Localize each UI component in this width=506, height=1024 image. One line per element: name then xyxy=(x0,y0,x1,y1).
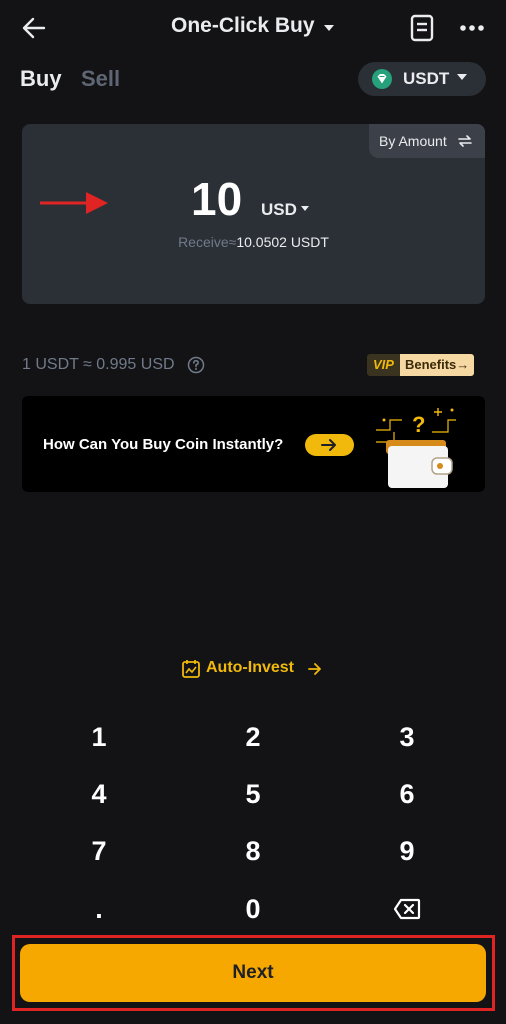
key-4[interactable]: 4 xyxy=(39,769,159,819)
key-8[interactable]: 8 xyxy=(193,826,313,876)
vip-benefits-button[interactable]: VIP Benefits→ xyxy=(367,354,475,376)
coin-selector[interactable]: USDT xyxy=(358,62,486,96)
more-options-icon[interactable] xyxy=(458,16,486,40)
backspace-icon xyxy=(393,898,421,920)
arrow-right-icon xyxy=(308,663,321,675)
red-arrow-annotation-icon xyxy=(40,192,108,214)
key-2[interactable]: 2 xyxy=(193,712,313,762)
order-history-icon[interactable] xyxy=(408,13,436,43)
amount-value[interactable]: 10 xyxy=(191,172,242,226)
key-1[interactable]: 1 xyxy=(39,712,159,762)
promo-banner[interactable]: How Can You Buy Coin Instantly? ? xyxy=(22,396,485,492)
top-bar: One-Click Buy xyxy=(0,0,506,56)
promo-text: How Can You Buy Coin Instantly? xyxy=(43,436,284,453)
vip-label: VIP xyxy=(367,354,400,376)
tab-sell[interactable]: Sell xyxy=(81,66,120,92)
tether-logo-icon xyxy=(372,69,392,89)
key-6[interactable]: 6 xyxy=(347,769,467,819)
page-title: One-Click Buy xyxy=(171,14,315,37)
receive-estimate: Receive≈10.0502 USDT xyxy=(22,234,485,250)
svg-text:?: ? xyxy=(412,412,425,437)
caret-down-icon xyxy=(457,74,467,80)
tab-buy[interactable]: Buy xyxy=(20,66,62,92)
info-icon[interactable] xyxy=(187,356,205,374)
key-backspace[interactable] xyxy=(347,884,467,934)
calendar-chart-icon xyxy=(182,660,200,678)
swap-icon xyxy=(458,135,472,147)
arrow-right-icon xyxy=(321,439,336,451)
key-decimal[interactable]: . xyxy=(39,884,159,934)
caret-down-icon xyxy=(324,24,334,31)
amount-currency-selector[interactable]: USD xyxy=(261,200,297,220)
key-7[interactable]: 7 xyxy=(39,826,159,876)
key-5[interactable]: 5 xyxy=(193,769,313,819)
auto-invest-label: Auto-Invest xyxy=(206,659,294,676)
key-9[interactable]: 9 xyxy=(347,826,467,876)
one-click-buy-screen: One-Click Buy Buy Sell USDT By Amount 10… xyxy=(0,0,506,1024)
key-3[interactable]: 3 xyxy=(347,712,467,762)
benefits-label: Benefits→ xyxy=(399,354,475,376)
by-amount-toggle[interactable]: By Amount xyxy=(369,124,485,158)
exchange-rate: 1 USDT ≈ 0.995 USD xyxy=(22,356,175,373)
next-button[interactable]: Next xyxy=(20,944,486,1002)
wallet-question-illustration-icon: ? xyxy=(376,408,456,488)
by-amount-label: By Amount xyxy=(379,133,447,149)
receive-value: 10.0502 USDT xyxy=(236,234,329,250)
receive-label: Receive≈ xyxy=(178,234,237,250)
coin-label: USDT xyxy=(403,69,450,88)
amount-card: By Amount 10 USD Receive≈10.0502 USDT xyxy=(22,124,485,304)
caret-down-icon xyxy=(301,206,309,211)
promo-go-button[interactable] xyxy=(305,434,354,456)
key-0[interactable]: 0 xyxy=(193,884,313,934)
